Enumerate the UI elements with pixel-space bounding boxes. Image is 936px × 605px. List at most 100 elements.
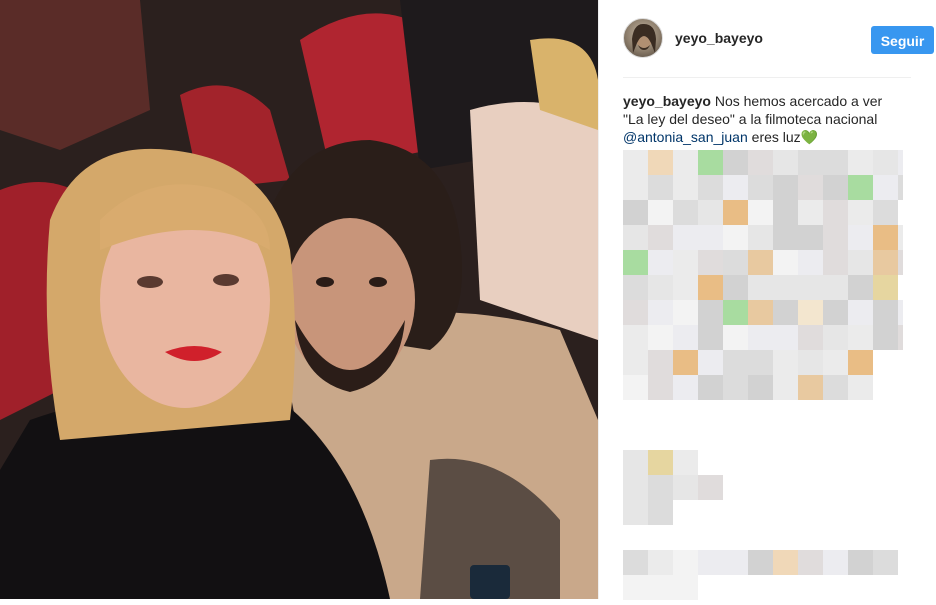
mosaic-tile xyxy=(648,225,673,250)
mosaic-tile xyxy=(648,175,673,200)
mosaic-tile xyxy=(773,225,798,250)
caption-text-line2: "La ley del deseo" a la filmoteca nacion… xyxy=(623,111,878,127)
mosaic-tile xyxy=(773,250,798,275)
mosaic-tile xyxy=(823,275,848,300)
mosaic-tile xyxy=(648,575,673,600)
mosaic-tile xyxy=(848,375,873,400)
mosaic-tile xyxy=(898,325,923,350)
mosaic-tile xyxy=(723,275,748,300)
mosaic-tile xyxy=(823,225,848,250)
follow-button[interactable]: Seguir xyxy=(871,26,934,54)
mosaic-tile xyxy=(723,175,748,200)
mosaic-tile xyxy=(698,375,723,400)
mosaic-tile xyxy=(873,300,898,325)
mosaic-tile xyxy=(798,175,823,200)
header-divider xyxy=(623,77,911,78)
mosaic-tile xyxy=(723,225,748,250)
mosaic-tile xyxy=(823,150,848,175)
mosaic-tile xyxy=(698,225,723,250)
mosaic-tile xyxy=(698,150,723,175)
post-sidebar: yeyo_bayeyo Seguir yeyo_bayeyo Nos hemos… xyxy=(598,0,936,600)
mosaic-tile xyxy=(798,225,823,250)
mosaic-tile xyxy=(773,325,798,350)
mosaic-tile xyxy=(748,350,773,375)
mosaic-tile xyxy=(673,175,698,200)
mosaic-tile xyxy=(673,200,698,225)
mosaic-tile xyxy=(673,325,698,350)
green-heart-icon: 💚 xyxy=(800,129,819,145)
mosaic-tile xyxy=(648,200,673,225)
mosaic-tile xyxy=(898,300,923,325)
mosaic-tile xyxy=(748,150,773,175)
mosaic-tile xyxy=(623,550,648,575)
mosaic-tile xyxy=(823,350,848,375)
mosaic-tile xyxy=(898,175,923,200)
mosaic-tile xyxy=(748,250,773,275)
post-caption: yeyo_bayeyo Nos hemos acercado a ver "La… xyxy=(623,92,913,146)
mosaic-tile xyxy=(623,225,648,250)
mosaic-tile xyxy=(673,300,698,325)
mosaic-tile xyxy=(898,225,923,250)
avatar[interactable] xyxy=(623,18,663,58)
mosaic-tile xyxy=(873,250,898,275)
post-header: yeyo_bayeyo Seguir xyxy=(623,18,934,62)
mosaic-tile xyxy=(698,300,723,325)
mosaic-tile xyxy=(773,200,798,225)
caption-mention[interactable]: @antonia_san_juan xyxy=(623,129,748,145)
mosaic-tile xyxy=(848,200,873,225)
mosaic-tile xyxy=(648,500,673,525)
mosaic-tile xyxy=(848,550,873,575)
mosaic-tile xyxy=(623,200,648,225)
mosaic-tile xyxy=(848,350,873,375)
mosaic-tile xyxy=(823,250,848,275)
mosaic-tile xyxy=(798,325,823,350)
mosaic-tile xyxy=(673,150,698,175)
mosaic-tile xyxy=(648,350,673,375)
mosaic-tile xyxy=(623,300,648,325)
mosaic-tile xyxy=(748,300,773,325)
mosaic-tile xyxy=(748,275,773,300)
mosaic-tile xyxy=(623,275,648,300)
mosaic-tile xyxy=(773,150,798,175)
mosaic-tile xyxy=(773,275,798,300)
mosaic-tile xyxy=(623,575,648,600)
mosaic-tile xyxy=(748,200,773,225)
redacted-comments-mosaic xyxy=(623,150,923,600)
mosaic-tile xyxy=(673,475,698,500)
mosaic-tile xyxy=(648,250,673,275)
mosaic-tile xyxy=(823,325,848,350)
mosaic-tile xyxy=(773,550,798,575)
redacted-comments xyxy=(623,150,923,600)
mosaic-tile xyxy=(798,300,823,325)
mosaic-tile xyxy=(648,300,673,325)
mosaic-tile xyxy=(723,375,748,400)
mosaic-tile xyxy=(873,200,898,225)
mosaic-tile xyxy=(873,325,898,350)
mosaic-tile xyxy=(623,375,648,400)
caption-username[interactable]: yeyo_bayeyo xyxy=(623,93,711,109)
mosaic-tile xyxy=(673,350,698,375)
mosaic-tile xyxy=(773,300,798,325)
mosaic-tile xyxy=(698,175,723,200)
mosaic-tile xyxy=(648,375,673,400)
mosaic-tile xyxy=(873,275,898,300)
mosaic-tile xyxy=(798,550,823,575)
mosaic-tile xyxy=(798,275,823,300)
mosaic-tile xyxy=(873,550,898,575)
mosaic-tile xyxy=(723,200,748,225)
mosaic-tile xyxy=(798,200,823,225)
mosaic-tile xyxy=(748,375,773,400)
mosaic-tile xyxy=(623,500,648,525)
mosaic-tile xyxy=(848,300,873,325)
mosaic-tile xyxy=(673,225,698,250)
post-photo[interactable] xyxy=(0,0,598,599)
username-link[interactable]: yeyo_bayeyo xyxy=(675,30,763,46)
mosaic-tile xyxy=(723,150,748,175)
mosaic-tile xyxy=(648,150,673,175)
caption-tail: eres luz xyxy=(747,129,801,145)
mosaic-tile xyxy=(873,225,898,250)
mosaic-tile xyxy=(623,150,648,175)
mosaic-tile xyxy=(723,300,748,325)
mosaic-tile xyxy=(698,275,723,300)
mosaic-tile xyxy=(773,375,798,400)
